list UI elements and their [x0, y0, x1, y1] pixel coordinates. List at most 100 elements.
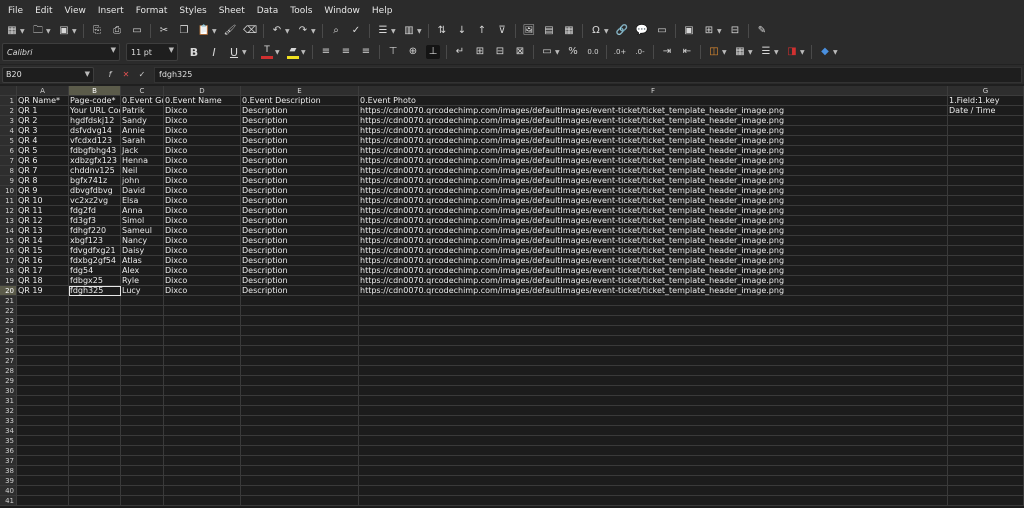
- font-size-combo[interactable]: 11 pt ▼: [126, 43, 178, 61]
- align-center-icon[interactable]: ≡: [339, 45, 353, 59]
- row-header[interactable]: 7: [0, 156, 17, 166]
- underline-dropdown-icon[interactable]: ▼: [242, 49, 248, 56]
- cell-d28[interactable]: [164, 366, 241, 376]
- cell-b30[interactable]: [69, 386, 121, 396]
- row-header[interactable]: 38: [0, 466, 17, 476]
- highlight-dropdown-icon[interactable]: ▼: [301, 49, 307, 56]
- cell-f21[interactable]: [359, 296, 948, 306]
- cell-a20[interactable]: QR 19: [17, 286, 69, 296]
- cut-icon[interactable]: ✂: [157, 24, 171, 38]
- cell-d29[interactable]: [164, 376, 241, 386]
- cell-f40[interactable]: [359, 486, 948, 496]
- cell-e8[interactable]: Description: [241, 166, 359, 176]
- save-dropdown-icon[interactable]: ▼: [72, 28, 78, 35]
- row-header[interactable]: 15: [0, 236, 17, 246]
- cell-g22[interactable]: [948, 306, 1024, 316]
- redo-dropdown-icon[interactable]: ▼: [311, 28, 317, 35]
- row-header[interactable]: 24: [0, 326, 17, 336]
- merge-center-icon[interactable]: ⊞: [473, 45, 487, 59]
- save-icon[interactable]: ▣: [57, 24, 71, 38]
- cell-b8[interactable]: chddnv125: [69, 166, 121, 176]
- cell-b7[interactable]: xdbzgfx123: [69, 156, 121, 166]
- row-header[interactable]: 13: [0, 216, 17, 226]
- cell-c41[interactable]: [121, 496, 164, 506]
- sort-icon[interactable]: ⇅: [435, 24, 449, 38]
- row-header[interactable]: 2: [0, 106, 17, 116]
- cell-g7[interactable]: [948, 156, 1024, 166]
- cell-e25[interactable]: [241, 336, 359, 346]
- row-header[interactable]: 18: [0, 266, 17, 276]
- cell-e31[interactable]: [241, 396, 359, 406]
- cell-c39[interactable]: [121, 476, 164, 486]
- cell-c24[interactable]: [121, 326, 164, 336]
- column-header-b[interactable]: B: [69, 86, 121, 96]
- name-box[interactable]: B20 ▼: [2, 66, 94, 83]
- cell-b41[interactable]: [69, 496, 121, 506]
- cell-f26[interactable]: [359, 346, 948, 356]
- menu-item-edit[interactable]: Edit: [29, 0, 58, 22]
- cell-f16[interactable]: https://cdn0070.qrcodechimp.com/images/d…: [359, 246, 948, 256]
- chevron-down-icon[interactable]: ▼: [111, 46, 116, 54]
- cell-g17[interactable]: [948, 256, 1024, 266]
- cell-f36[interactable]: [359, 446, 948, 456]
- increase-indent-icon[interactable]: ⇥: [660, 45, 674, 59]
- cell-a24[interactable]: [17, 326, 69, 336]
- row-header[interactable]: 34: [0, 426, 17, 436]
- cell-d12[interactable]: Dixco: [164, 206, 241, 216]
- cell-b33[interactable]: [69, 416, 121, 426]
- cell-e16[interactable]: Description: [241, 246, 359, 256]
- row-header[interactable]: 12: [0, 206, 17, 216]
- cell-a23[interactable]: [17, 316, 69, 326]
- select-all-corner[interactable]: [0, 86, 17, 96]
- cell-b38[interactable]: [69, 466, 121, 476]
- cell-a37[interactable]: [17, 456, 69, 466]
- cell-c5[interactable]: Sarah: [121, 136, 164, 146]
- row-header[interactable]: 29: [0, 376, 17, 386]
- cell-d38[interactable]: [164, 466, 241, 476]
- align-middle-icon[interactable]: ⊕: [406, 45, 420, 59]
- cell-b5[interactable]: vfcdxd123: [69, 136, 121, 146]
- cell-b25[interactable]: [69, 336, 121, 346]
- cell-f28[interactable]: [359, 366, 948, 376]
- cell-a6[interactable]: QR 5: [17, 146, 69, 156]
- cell-a33[interactable]: [17, 416, 69, 426]
- define-print-area-icon[interactable]: ▣: [682, 24, 696, 38]
- cell-c14[interactable]: Sameul: [121, 226, 164, 236]
- row-dropdown-icon[interactable]: ▼: [391, 28, 397, 35]
- cell-c37[interactable]: [121, 456, 164, 466]
- cell-a3[interactable]: QR 2: [17, 116, 69, 126]
- cell-b9[interactable]: bgfx741z: [69, 176, 121, 186]
- cell-g2[interactable]: Date / Time: [948, 106, 1024, 116]
- cell-g27[interactable]: [948, 356, 1024, 366]
- cell-c11[interactable]: Elsa: [121, 196, 164, 206]
- row-header[interactable]: 37: [0, 456, 17, 466]
- sort-ascending-icon[interactable]: ↓: [455, 24, 469, 38]
- cell-a35[interactable]: [17, 436, 69, 446]
- cell-g14[interactable]: [948, 226, 1024, 236]
- bold-button[interactable]: B: [187, 45, 201, 59]
- cell-d15[interactable]: Dixco: [164, 236, 241, 246]
- cell-f10[interactable]: https://cdn0070.qrcodechimp.com/images/d…: [359, 186, 948, 196]
- hyperlink-icon[interactable]: 🔗: [615, 24, 629, 38]
- align-bottom-icon[interactable]: ⊥: [426, 45, 440, 59]
- border-color-icon[interactable]: ◨: [785, 45, 799, 59]
- show-draw-functions-icon[interactable]: ✎: [755, 24, 769, 38]
- cell-d41[interactable]: [164, 496, 241, 506]
- cell-a7[interactable]: QR 6: [17, 156, 69, 166]
- border-style-icon[interactable]: ☰: [759, 45, 773, 59]
- cell-c4[interactable]: Annie: [121, 126, 164, 136]
- cell-g13[interactable]: [948, 216, 1024, 226]
- cell-b12[interactable]: fdg2fd: [69, 206, 121, 216]
- formula-input[interactable]: fdgh325: [154, 66, 1022, 83]
- cell-g12[interactable]: [948, 206, 1024, 216]
- row-header[interactable]: 23: [0, 316, 17, 326]
- cell-c23[interactable]: [121, 316, 164, 326]
- cell-b3[interactable]: hgdfdskj12: [69, 116, 121, 126]
- cell-g20[interactable]: [948, 286, 1024, 296]
- cell-c12[interactable]: Anna: [121, 206, 164, 216]
- row-header[interactable]: 8: [0, 166, 17, 176]
- add-decimal-icon[interactable]: .0+: [613, 45, 627, 59]
- cell-a36[interactable]: [17, 446, 69, 456]
- cell-e24[interactable]: [241, 326, 359, 336]
- cell-f33[interactable]: [359, 416, 948, 426]
